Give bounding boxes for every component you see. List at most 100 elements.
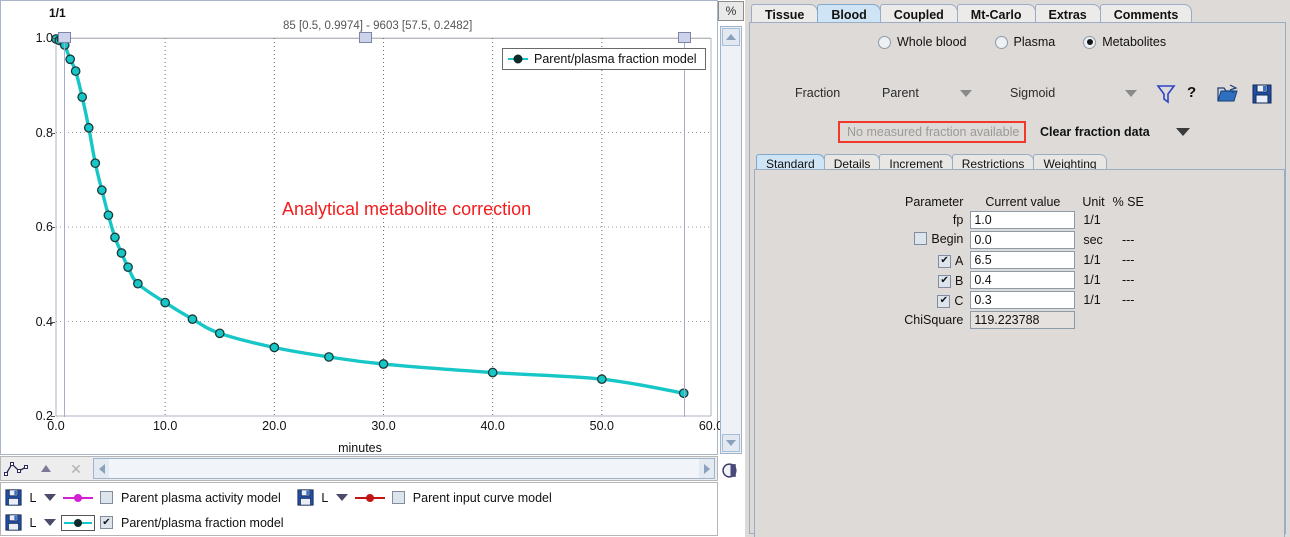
parameter-fit-checkbox[interactable] — [938, 274, 952, 288]
plot-canvas[interactable]: 1/1 85 [0.5, 0.9974] - 9603 [57.5, 0.248… — [0, 0, 723, 455]
fraction-source-dropdown-icon[interactable] — [960, 90, 972, 97]
triangle-down-icon — [726, 440, 736, 446]
question-mark-icon[interactable]: ? — [1187, 84, 1196, 101]
parameter-fit-checkbox[interactable] — [938, 254, 952, 268]
save-icon[interactable] — [5, 514, 22, 531]
radio-metabolites[interactable]: Metabolites — [1083, 35, 1166, 49]
radio-button-icon[interactable] — [994, 35, 1008, 49]
range-handle-middle[interactable] — [359, 32, 372, 43]
table-row: A 6.5 1/1 --- — [901, 250, 1148, 270]
x-axis-tick-label: 20.0 — [262, 419, 287, 433]
scroll-left-button[interactable] — [94, 459, 109, 478]
parameter-value-cell: 0.0 — [967, 230, 1078, 250]
radio-whole-blood[interactable]: Whole blood — [878, 35, 967, 49]
parameter-name: fp — [952, 213, 964, 227]
save-icon[interactable] — [297, 489, 314, 506]
chevron-down-icon[interactable] — [335, 494, 348, 501]
curve-style-swatch[interactable] — [353, 490, 387, 506]
legend-label: Parent/plasma fraction model — [534, 52, 697, 66]
standard-tab-panel: Parameter Current value Unit% SE fp 1.0 1/1 B… — [754, 169, 1285, 537]
tab-blood[interactable]: Blood — [817, 4, 881, 24]
table-header-row: Parameter Current value Unit % SE — [901, 194, 1148, 210]
curve-label: Parent/plasma fraction model — [121, 515, 284, 530]
curve-style-swatch[interactable] — [61, 490, 95, 506]
curve-horizontal-scrollbar[interactable] — [93, 458, 715, 479]
legend-marker-icon — [508, 54, 528, 64]
tab-extras[interactable]: Extras — [1034, 4, 1101, 24]
y-axis-tick-mark — [51, 321, 55, 323]
fraction-config-row[interactable]: Fraction Parent Sigmoid ? — [795, 81, 1285, 107]
radio-button-icon[interactable] — [1083, 35, 1097, 49]
x-axis-tick-label: 10.0 — [152, 419, 178, 433]
scroll-right-button[interactable] — [699, 459, 714, 478]
range-line-start — [64, 38, 65, 417]
range-handle-end[interactable] — [678, 32, 691, 43]
triangle-up-icon[interactable] — [31, 457, 61, 480]
clear-fraction-dropdown-icon[interactable] — [1175, 128, 1190, 136]
parameter-value-cell: 6.5 — [967, 250, 1078, 270]
blood-type-radio-group[interactable]: Whole blood Plasma Metabolites — [878, 35, 1166, 49]
parameter-value-input[interactable]: 6.5 — [970, 251, 1076, 269]
curve-axis-label[interactable]: L — [27, 516, 39, 530]
column-header: Unit — [1082, 195, 1105, 209]
curve-visibility-checkbox[interactable] — [391, 491, 405, 504]
percent-toggle-button[interactable]: % — [718, 1, 744, 21]
parameter-value-cell: 0.4 — [967, 270, 1078, 290]
curve-entry: L Parent plasma activity model — [5, 489, 281, 506]
scroll-down-button[interactable] — [722, 434, 740, 452]
parameter-name-cell: ChiSquare — [901, 310, 967, 330]
fraction-model-value[interactable]: Sigmoid — [1010, 86, 1055, 100]
parameter-fit-checkbox[interactable] — [914, 232, 928, 246]
curve-style-swatch[interactable] — [61, 514, 95, 531]
parameter-value-cell: 1.0 — [967, 210, 1078, 230]
radio-plasma[interactable]: Plasma — [994, 35, 1056, 49]
curve-shape-icon[interactable] — [1, 457, 31, 480]
radio-label: Plasma — [1013, 35, 1056, 49]
parameter-unit — [1078, 310, 1108, 330]
x-axis-tick-label: 50.0 — [589, 419, 614, 433]
triangle-left-icon — [98, 463, 105, 474]
parameter-fit-checkbox[interactable] — [937, 294, 951, 308]
open-folder-icon[interactable] — [1217, 84, 1239, 104]
curve-visibility-checkbox[interactable] — [100, 491, 113, 504]
parameter-name: A — [955, 254, 964, 268]
chevron-down-icon[interactable] — [44, 519, 56, 526]
curve-row: L Parent plasma activity model L Parent inp… — [5, 485, 717, 510]
chevron-down-icon[interactable] — [44, 494, 56, 501]
x-axis-tick-label: 40.0 — [480, 419, 505, 433]
no-measured-fraction-message: No measured fraction available — [838, 121, 1026, 143]
plot-vertical-scrollbar[interactable] — [720, 26, 742, 454]
main-tabstrip[interactable]: Tissue Blood Coupled Mt-Carlo Extras Comments — [751, 2, 1193, 24]
tab-comments[interactable]: Comments — [1099, 4, 1193, 24]
triangle-up-icon — [726, 34, 736, 40]
tab-tissue[interactable]: Tissue — [751, 4, 819, 24]
fraction-source-value[interactable]: Parent — [882, 86, 919, 100]
save-icon[interactable] — [5, 489, 22, 506]
scroll-up-button[interactable] — [722, 28, 740, 46]
curve-toolbar[interactable]: ✕ — [0, 456, 718, 481]
tab-mt-carlo[interactable]: Mt-Carlo — [956, 4, 1036, 24]
parameter-value-input: 119.223788 — [970, 311, 1076, 329]
radio-button-icon[interactable] — [878, 35, 891, 49]
fraction-model-dropdown-icon[interactable] — [1125, 90, 1137, 97]
parameter-se: --- — [1121, 233, 1135, 247]
curve-visibility-checkbox[interactable] — [100, 516, 113, 529]
clear-fraction-data-button[interactable]: Clear fraction data — [1040, 125, 1150, 139]
table-row: Begin 0.0 sec --- — [901, 230, 1148, 250]
parameter-value-input[interactable]: 0.3 — [970, 291, 1076, 309]
x-axis-tick-label: 30.0 — [371, 419, 396, 433]
curve-axis-label[interactable]: L — [27, 491, 39, 505]
range-handle-start[interactable] — [58, 32, 71, 43]
table-row: B 0.4 1/1 --- — [901, 270, 1148, 290]
parameter-value-input[interactable]: 0.0 — [970, 231, 1076, 249]
parameter-se: --- — [1121, 253, 1135, 267]
parameter-value-input[interactable]: 0.4 — [970, 271, 1076, 289]
rotate-view-icon[interactable] — [722, 462, 739, 479]
curve-axis-label[interactable]: L — [319, 491, 331, 505]
filter-icon[interactable] — [1155, 83, 1177, 105]
chart-legend[interactable]: Parent/plasma fraction model — [502, 48, 706, 70]
save-icon[interactable] — [1252, 84, 1272, 104]
close-icon[interactable]: ✕ — [61, 457, 91, 480]
tab-coupled[interactable]: Coupled — [879, 4, 958, 24]
parameter-value-input[interactable]: 1.0 — [970, 211, 1076, 229]
